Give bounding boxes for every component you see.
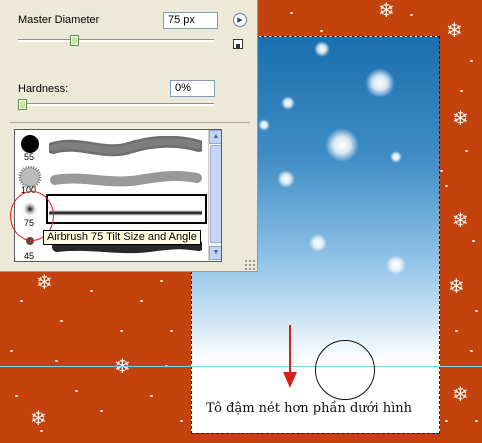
snow-speck [90, 290, 93, 292]
snow-speck [445, 185, 448, 187]
snow-speck [170, 330, 173, 332]
snow-glow [309, 234, 327, 252]
snow-speck [445, 420, 448, 422]
horizontal-guide-line[interactable] [0, 366, 482, 367]
hardness-track[interactable] [18, 103, 214, 106]
snow-speck [60, 320, 63, 322]
snow-speck [100, 410, 103, 412]
snow-glow [386, 255, 406, 275]
snow-speck [440, 170, 443, 172]
brush-cursor-circle [315, 340, 375, 400]
snowflake-icon: ❄ [448, 274, 465, 298]
snow-speck [120, 330, 123, 332]
snow-speck [470, 350, 473, 352]
snow-glow [314, 41, 330, 57]
scrollbar-thumb[interactable] [210, 145, 221, 243]
snow-speck [465, 150, 468, 152]
snow-speck [160, 280, 163, 282]
snow-speck [10, 350, 13, 352]
snowflake-icon: ❄ [452, 106, 469, 130]
snowflake-icon: ❄ [378, 0, 395, 22]
brush-stroke-preview [50, 170, 202, 187]
scroll-up-arrow-icon[interactable]: ▲ [209, 130, 221, 144]
brush-list-scrollbar[interactable]: ▲ ▼ [208, 130, 221, 261]
snow-speck [460, 90, 463, 92]
snow-speck [320, 30, 323, 32]
snow-glow [281, 96, 295, 110]
snow-speck [140, 300, 143, 302]
master-diameter-track[interactable] [18, 39, 214, 42]
snow-speck [180, 420, 183, 422]
snowflake-icon: ❄ [36, 270, 53, 294]
master-diameter-slider-thumb[interactable] [70, 35, 80, 46]
snow-speck [55, 360, 58, 362]
snowflake-icon: ❄ [446, 18, 463, 42]
hardness-input[interactable]: 0% [170, 80, 215, 97]
snow-speck [290, 12, 293, 14]
panel-resize-grip-icon[interactable] [244, 259, 256, 271]
scroll-down-arrow-icon[interactable]: ▼ [209, 246, 221, 260]
hardness-slider-thumb[interactable] [18, 99, 27, 110]
annotation-caption: Tô đậm nét hơn phần dưới hình [206, 401, 413, 416]
snow-speck [410, 14, 413, 16]
snow-speck [475, 420, 478, 422]
new-brush-preset-icon[interactable] [233, 39, 243, 49]
snow-speck [472, 240, 475, 242]
snow-speck [75, 390, 78, 392]
red-arrow-shaft [289, 325, 291, 375]
snow-glow [365, 68, 395, 98]
brush-stroke-preview [49, 136, 202, 157]
snow-speck [470, 60, 473, 62]
brush-tooltip: Airbrush 75 Tilt Size and Angle [43, 230, 201, 245]
snow-speck [15, 395, 18, 397]
snow-speck [455, 330, 458, 332]
hardness-label: Hardness: [18, 83, 69, 95]
brush-preset-item[interactable]: 100 [15, 163, 208, 197]
snow-speck [20, 300, 23, 302]
brush-size-label: 45 [24, 251, 35, 261]
master-diameter-input[interactable]: 75 px [163, 12, 218, 29]
brush-preset-panel: Master Diameter 75 px ▶ Hardness: 0% 55 … [0, 0, 258, 272]
snow-speck [475, 310, 478, 312]
panel-menu-arrow-icon[interactable]: ▶ [233, 13, 247, 27]
panel-divider [10, 122, 250, 123]
snow-glow [390, 151, 402, 163]
brush-size-label: 55 [24, 152, 35, 162]
selected-brush-highlight [46, 194, 207, 224]
snow-glow [277, 170, 295, 188]
snow-speck [40, 430, 43, 432]
brush-preset-item[interactable]: 55 [15, 130, 208, 164]
red-arrow-head [283, 372, 297, 388]
snow-speck [150, 395, 153, 397]
snowflake-icon: ❄ [452, 382, 469, 406]
snowflake-icon: ❄ [452, 208, 469, 232]
snow-glow [258, 119, 270, 131]
master-diameter-label: Master Diameter [18, 14, 100, 26]
snowflake-icon: ❄ [30, 406, 47, 430]
snow-glow [325, 128, 359, 162]
